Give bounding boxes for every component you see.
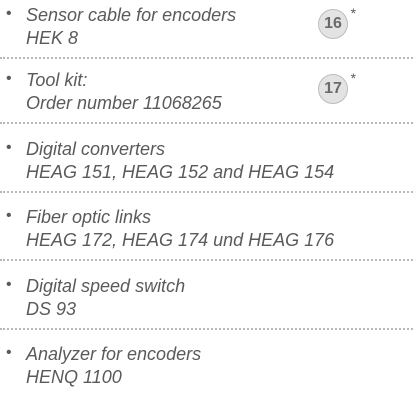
item-title: Sensor cable for encoders [26,5,237,25]
bullet-icon: • [6,344,12,361]
item-detail: HEAG 172, HEAG 174 und HEAG 176 [26,230,335,250]
list-item-digital-converters: • Digital converters HEAG 151, HEAG 152 … [0,134,413,193]
dotted-divider [0,259,413,261]
dotted-divider [0,191,413,193]
item-detail: Order number 11068265 [26,93,222,113]
item-title: Digital converters [26,139,166,159]
list-item-fiber-optic-links: • Fiber optic links HEAG 172, HEAG 174 u… [0,202,413,261]
bullet-icon: • [6,139,12,156]
footnote-marker: * [350,70,356,86]
reference-number-badge: 17 [318,74,348,104]
item-title: Analyzer for encoders [26,344,202,364]
footnote-marker: * [350,5,356,21]
item-title: Fiber optic links [26,207,152,227]
list-item-tool-kit: • Tool kit: Order number 11068265 17 * [0,65,413,124]
dotted-divider [0,122,413,124]
bullet-icon: • [6,207,12,224]
item-detail: DS 93 [26,299,77,319]
dotted-divider [0,328,413,330]
bullet-icon: • [6,5,12,22]
bullet-icon: • [6,276,12,293]
list-item-analyzer: • Analyzer for encoders HENQ 1100 [0,339,413,398]
item-title: Tool kit: [26,70,88,90]
item-detail: HEK 8 [26,28,79,48]
list-item-digital-speed-switch: • Digital speed switch DS 93 [0,271,413,330]
item-detail: HEAG 151, HEAG 152 and HEAG 154 [26,162,335,182]
item-detail: HENQ 1100 [26,367,122,387]
accessory-list: • Sensor cable for encoders HEK 8 16 * •… [0,0,413,414]
list-item-sensor-cable: • Sensor cable for encoders HEK 8 16 * [0,0,413,59]
dotted-divider [0,57,413,59]
reference-number-badge: 16 [318,9,348,39]
bullet-icon: • [6,70,12,87]
item-title: Digital speed switch [26,276,186,296]
